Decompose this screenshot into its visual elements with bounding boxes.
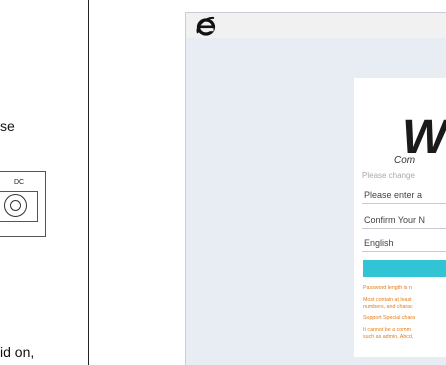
password-rule-line: Most contain at least (363, 297, 412, 303)
dc-jack-icon (4, 194, 27, 217)
document-text-line: id on, (0, 344, 35, 360)
brand-tagline: Com (394, 155, 416, 166)
login-card: W Com Please change Please enter a Confi… (354, 78, 446, 357)
new-password-placeholder: Please enter a (364, 190, 423, 200)
password-rule-line: such as admin, Abcd, (363, 333, 414, 340)
page-divider (88, 0, 89, 365)
password-rule-length: Password length is n (363, 285, 412, 291)
dc-port-label: DC (14, 179, 25, 186)
new-password-field[interactable]: Please enter a (362, 185, 446, 204)
browser-window: W Com Please change Please enter a Confi… (185, 12, 446, 365)
password-rule-special: Support Special chara (363, 315, 416, 321)
document-text-line: se (0, 118, 15, 134)
dc-port-diagram: DC (0, 171, 46, 237)
confirm-password-placeholder: Confirm Your N (364, 215, 426, 225)
language-select[interactable]: English (362, 233, 446, 252)
submit-button[interactable] (363, 260, 446, 277)
browser-titlebar (186, 13, 446, 38)
password-rule-line: It cannot be a comm (363, 327, 411, 333)
password-rule-common: It cannot be a comm such as admin, Abcd, (363, 327, 413, 340)
language-value: English (364, 238, 394, 248)
password-rule-composition: Most contain at least numbers, and chara… (363, 297, 413, 310)
confirm-password-field[interactable]: Confirm Your N (362, 210, 446, 229)
dc-port-housing (0, 191, 38, 222)
internet-explorer-icon (196, 16, 216, 36)
password-rule-line: numbers, and charac (363, 303, 413, 310)
password-change-hint: Please change (362, 171, 415, 180)
